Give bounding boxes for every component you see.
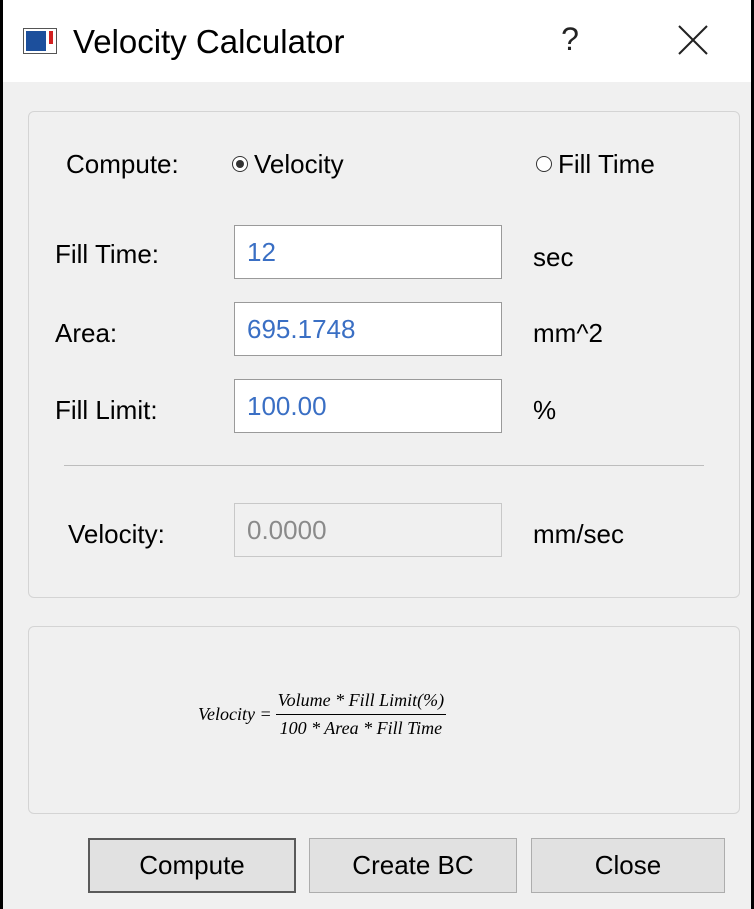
area-input[interactable] (234, 302, 502, 356)
fill-limit-unit: % (533, 395, 557, 425)
create-bc-button[interactable]: Create BC (309, 838, 517, 893)
formula-numerator: Volume * Fill Limit(%) (275, 690, 447, 715)
compute-label: Compute: (66, 149, 179, 179)
close-icon[interactable] (671, 18, 715, 62)
radio-fill-time[interactable]: Fill Time (536, 148, 655, 180)
velocity-formula: Velocity = Volume * Fill Limit(%) 100 * … (198, 690, 447, 739)
fill-limit-input[interactable] (234, 379, 502, 433)
area-unit: mm^2 (533, 318, 603, 348)
help-button[interactable]: ? (545, 14, 595, 64)
app-icon (23, 28, 57, 54)
divider (64, 465, 704, 466)
fill-limit-label: Fill Limit: (55, 395, 158, 425)
compute-button[interactable]: Compute (88, 838, 296, 893)
radio-fill-time-label: Fill Time (558, 149, 655, 179)
velocity-unit: mm/sec (533, 519, 624, 549)
radio-velocity-label: Velocity (254, 149, 344, 179)
radio-velocity[interactable]: Velocity (232, 148, 344, 180)
window-title: Velocity Calculator (73, 23, 345, 60)
formula-denominator: 100 * Area * Fill Time (279, 718, 443, 738)
velocity-calculator-dialog: Velocity Calculator ? Compute: Velocity … (0, 0, 754, 909)
radio-selected-dot-icon (236, 160, 244, 168)
formula-fraction: Volume * Fill Limit(%) 100 * Area * Fill… (275, 690, 447, 739)
fill-time-label: Fill Time: (55, 239, 159, 269)
velocity-output (234, 503, 502, 557)
fill-time-unit: sec (533, 242, 574, 272)
radio-circle-icon (232, 156, 248, 172)
velocity-label: Velocity: (68, 519, 165, 549)
radio-circle-icon (536, 156, 552, 172)
title-bar: Velocity Calculator ? (3, 0, 751, 82)
formula-lhs: Velocity = (198, 704, 272, 724)
close-button[interactable]: Close (531, 838, 725, 893)
fill-time-input[interactable] (234, 225, 502, 279)
area-label: Area: (55, 318, 118, 348)
